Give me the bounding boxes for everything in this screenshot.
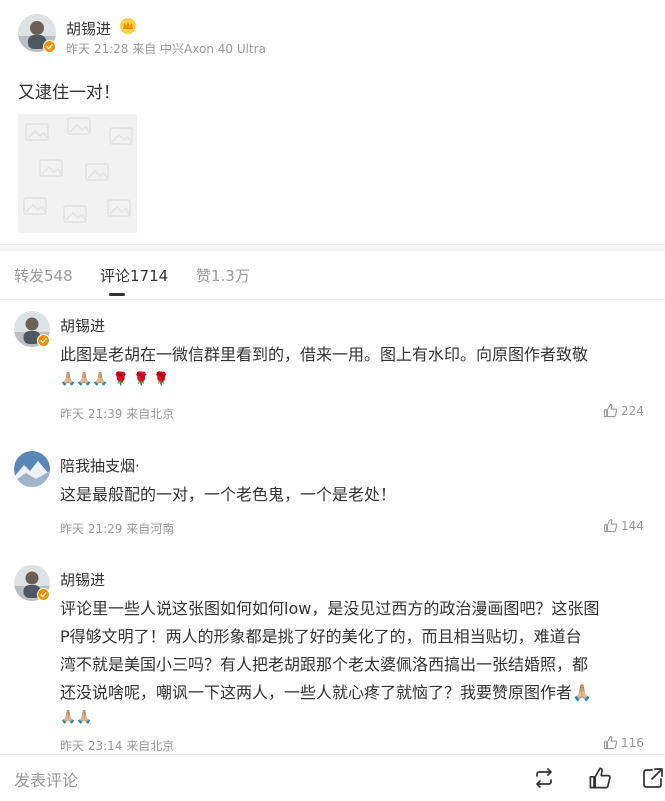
tab-reposts[interactable]: 转发548 <box>14 265 73 286</box>
bottom-bar: 发表评论 <box>0 754 665 801</box>
comment-time: 昨天 23:14 <box>60 739 123 753</box>
tab-comments[interactable]: 评论1714 <box>100 265 168 286</box>
post-source: 来自 中兴Axon 40 Ultra <box>132 42 266 56</box>
comment-meta: 昨天 21:29 来自河南 <box>60 520 174 537</box>
thumbs-up-icon <box>603 518 618 533</box>
post-time: 昨天 21:28 <box>66 42 129 56</box>
post-text: 又逮住一对！ <box>18 83 120 103</box>
commenter-name[interactable]: 胡锡进 <box>60 315 105 336</box>
comment-source: 来自北京 <box>126 407 175 421</box>
commenter-name[interactable]: 陪我抽支烟· <box>60 455 140 476</box>
verified-badge-icon <box>37 334 50 347</box>
comment-line: 评论里一些人说这张图如何如何low，是没见过西方的政治漫画图吧？这张图 <box>60 599 600 618</box>
comment-source: 来自河南 <box>126 522 175 536</box>
thumbs-up-icon <box>603 735 618 750</box>
comment-input[interactable]: 发表评论 <box>14 767 78 791</box>
post-meta: 昨天 21:28 来自 中兴Axon 40 Ultra <box>66 40 266 57</box>
comment-text: 这是最般配的一对，一个老色鬼，一个是老处！ <box>60 481 396 509</box>
active-tab-indicator <box>109 293 125 296</box>
thumbs-up-icon <box>603 403 618 418</box>
share-icon <box>536 768 552 788</box>
share-button[interactable] <box>641 766 665 794</box>
like-button[interactable]: 116 <box>603 735 644 750</box>
post-image[interactable] <box>18 114 137 233</box>
verified-badge-icon <box>43 40 56 53</box>
repost-button[interactable] <box>532 766 556 794</box>
like-count: 224 <box>621 403 644 418</box>
more-icon <box>643 768 663 788</box>
rose-emoji: 🌹 <box>112 372 129 387</box>
like-count: 116 <box>621 735 644 750</box>
section-divider <box>0 244 665 251</box>
thumbs-up-icon <box>589 767 611 789</box>
comment-emojis: 🙏🏼🙏🏼🙏🏼 🌹 🌹 🌹 <box>60 369 588 391</box>
post-author-name[interactable]: 胡锡进 <box>66 18 111 39</box>
comment-source: 来自北京 <box>126 739 175 753</box>
crown-icon <box>119 17 137 39</box>
comment-line: 湾不就是美国小三吗？有人把老胡跟那个老太婆佩洛西搞出一张结婚照，都 <box>60 655 589 674</box>
commenter-avatar[interactable] <box>14 451 50 487</box>
comment-text: 评论里一些人说这张图如何如何low，是没见过西方的政治漫画图吧？这张图 P得够文… <box>60 595 599 729</box>
comment-line: 此图是老胡在一微信群里看到的，借来一用。图上有水印。向原图作者致敬 <box>60 345 589 364</box>
comment-text: 此图是老胡在一微信群里看到的，借来一用。图上有水印。向原图作者致敬 🙏🏼🙏🏼🙏🏼… <box>60 341 588 391</box>
comment-meta: 昨天 23:14 来自北京 <box>60 737 174 754</box>
like-count: 144 <box>621 518 644 533</box>
pray-emoji: 🙏🏼🙏🏼🙏🏼 <box>60 372 109 387</box>
rose-emoji: 🌹 <box>133 372 150 387</box>
comment-line: 这是最般配的一对，一个老色鬼，一个是老处！ <box>60 485 397 504</box>
comment-time: 昨天 21:39 <box>60 407 123 421</box>
comment-time: 昨天 21:29 <box>60 522 123 536</box>
comment-meta: 昨天 21:39 来自北京 <box>60 405 174 422</box>
tab-likes[interactable]: 赞1.3万 <box>196 265 250 286</box>
tab-bar: 转发548 评论1714 赞1.3万 <box>0 251 665 300</box>
verified-badge-icon <box>37 588 50 601</box>
like-button[interactable]: 144 <box>603 518 644 533</box>
comment-line: 🙏🏼🙏🏼 <box>60 710 93 725</box>
like-post-button[interactable] <box>588 766 612 794</box>
comment-line: 还没说啥呢，嘲讽一下这两人，一些人就心疼了就恼了？我要赞原图作者🙏🏼 <box>60 683 592 702</box>
commenter-name[interactable]: 胡锡进 <box>60 569 105 590</box>
comment-line: P得够文明了！两人的形象都是挑了好的美化了的，而且相当贴切，难道台 <box>60 627 582 646</box>
image-placeholder-icon <box>23 117 133 223</box>
like-button[interactable]: 224 <box>603 403 644 418</box>
rose-emoji: 🌹 <box>153 372 170 387</box>
